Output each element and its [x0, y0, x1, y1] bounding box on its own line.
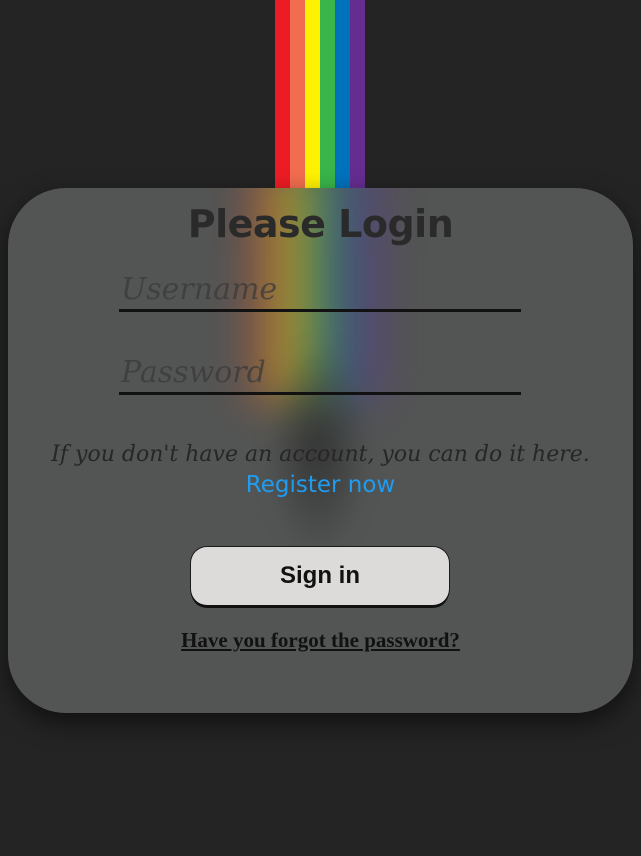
stripe-blue	[335, 0, 350, 190]
register-link[interactable]: Register now	[8, 470, 633, 500]
rainbow-stripes	[275, 0, 365, 190]
username-field	[119, 270, 521, 312]
stripe-purple	[350, 0, 365, 190]
stripe-yellow	[305, 0, 320, 190]
stripe-red	[275, 0, 290, 190]
password-field	[119, 353, 521, 395]
password-input[interactable]	[119, 353, 521, 392]
page-title: Please Login	[187, 202, 454, 246]
sign-in-button[interactable]: Sign in	[191, 547, 449, 605]
register-info-text: If you don't have an account, you can do…	[51, 442, 590, 467]
forgot-password-link[interactable]: Have you forgot the password?	[8, 628, 633, 653]
stripe-orange	[290, 0, 305, 190]
username-input[interactable]	[119, 270, 521, 309]
login-card: Please Login If you don't have an accoun…	[8, 188, 633, 713]
stripe-green	[320, 0, 335, 190]
